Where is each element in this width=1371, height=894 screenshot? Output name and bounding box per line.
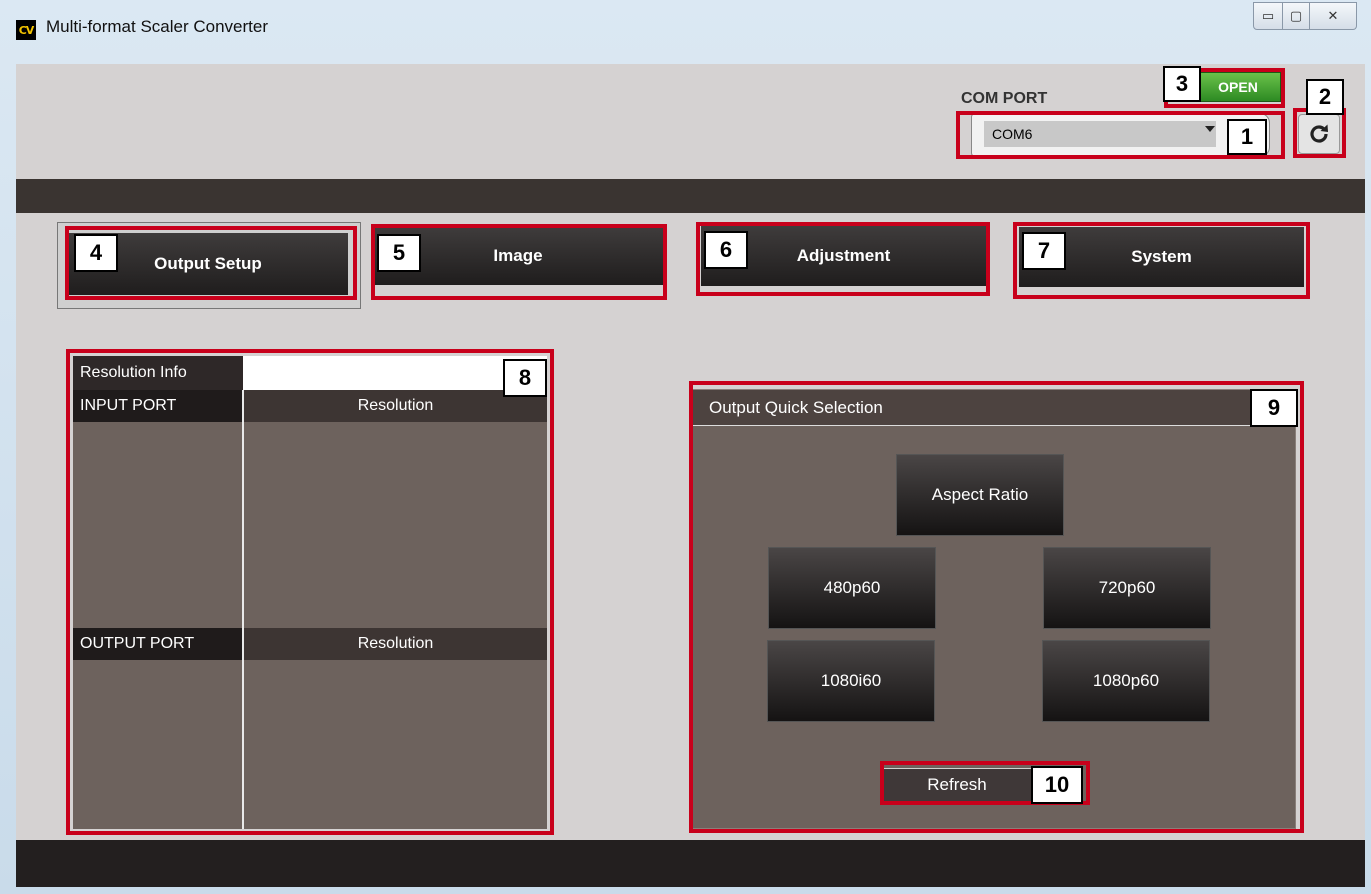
output-port-header: OUTPUT PORT	[73, 628, 243, 660]
title-bar: CV Multi-format Scaler Converter ▭ ▢ ✕	[0, 0, 1371, 62]
header-separator-band	[16, 179, 1365, 213]
callout-10: 10	[1031, 766, 1083, 804]
aspect-ratio-button[interactable]: Aspect Ratio	[896, 454, 1064, 536]
status-bar	[16, 840, 1365, 887]
preset-1080i60-button[interactable]: 1080i60	[767, 640, 935, 722]
callout-8: 8	[503, 359, 547, 397]
app-logo-icon: CV	[16, 20, 36, 40]
preset-720p60-button[interactable]: 720p60	[1043, 547, 1211, 629]
output-quick-selection-title: Output Quick Selection	[693, 390, 1295, 426]
com-port-value[interactable]: COM6	[984, 121, 1216, 147]
output-resolution-header: Resolution	[244, 628, 547, 660]
refresh-ports-button[interactable]	[1298, 114, 1340, 154]
minimize-button[interactable]: ▭	[1253, 2, 1283, 30]
close-button[interactable]: ✕	[1310, 2, 1357, 30]
callout-7: 7	[1022, 232, 1066, 270]
output-quick-selection-panel: Output Quick Selection Aspect Ratio 480p…	[692, 389, 1296, 829]
callout-5: 5	[377, 234, 421, 272]
column-divider	[242, 390, 244, 829]
chevron-down-icon[interactable]	[1205, 126, 1215, 132]
open-port-button[interactable]: OPEN	[1195, 72, 1281, 102]
window-controls: ▭ ▢ ✕	[1253, 2, 1357, 30]
resolution-info-title: Resolution Info	[73, 356, 243, 390]
com-port-label: COM PORT	[961, 90, 1048, 107]
callout-9: 9	[1250, 389, 1298, 427]
maximize-button[interactable]: ▢	[1283, 2, 1310, 30]
com-port-dropdown[interactable]: COM6	[971, 113, 1270, 157]
refresh-button[interactable]: Refresh	[881, 768, 1033, 802]
refresh-icon	[1310, 124, 1328, 143]
callout-3: 3	[1163, 66, 1201, 102]
input-resolution-header: Resolution	[244, 390, 547, 422]
callout-1: 1	[1227, 119, 1267, 155]
callout-4: 4	[74, 234, 118, 272]
preset-1080p60-button[interactable]: 1080p60	[1042, 640, 1210, 722]
resolution-info-panel: Resolution Info INPUT PORT Resolution OU…	[73, 356, 547, 829]
client-area: COM PORT COM6 OPEN Output Setup Image Ad…	[16, 64, 1365, 887]
preset-480p60-button[interactable]: 480p60	[768, 547, 936, 629]
callout-6: 6	[704, 231, 748, 269]
app-window: CV Multi-format Scaler Converter ▭ ▢ ✕ C…	[0, 0, 1371, 894]
callout-2: 2	[1306, 79, 1344, 115]
resolution-info-title-spacer	[243, 356, 547, 390]
window-title: Multi-format Scaler Converter	[46, 17, 269, 36]
input-port-header: INPUT PORT	[73, 390, 243, 422]
